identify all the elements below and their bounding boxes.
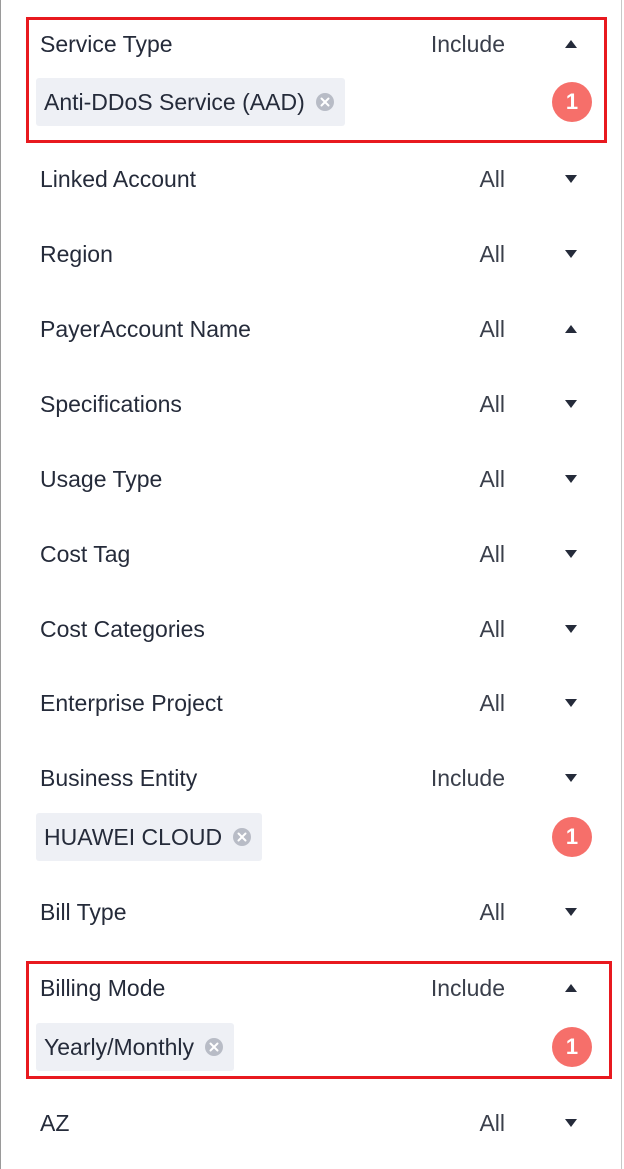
caret-up-icon[interactable] <box>560 314 582 344</box>
filter-value[interactable]: All <box>479 239 505 269</box>
filter-label: Specifications <box>40 391 182 417</box>
filter-label: Billing Mode <box>40 975 166 1001</box>
chip-label: Yearly/Monthly <box>44 1034 195 1060</box>
filter-label: Service Type <box>40 31 173 57</box>
caret-down-icon[interactable] <box>560 614 582 644</box>
filter-value[interactable]: All <box>479 614 505 644</box>
clear-icon[interactable] <box>204 1037 224 1057</box>
count-badge: 1 <box>552 1027 592 1067</box>
filter-value[interactable]: All <box>479 688 505 718</box>
filter-value[interactable]: Include <box>431 973 505 1003</box>
filter-value[interactable]: All <box>479 164 505 194</box>
caret-down-icon[interactable] <box>560 239 582 269</box>
filter-label: PayerAccount Name <box>40 316 251 342</box>
filter-value[interactable]: Include <box>431 763 505 793</box>
filter-value[interactable]: All <box>479 464 505 494</box>
filter-label: Cost Tag <box>40 541 131 567</box>
caret-down-icon[interactable] <box>560 539 582 569</box>
chip-label: HUAWEI CLOUD <box>44 824 223 850</box>
filter-value[interactable]: All <box>479 897 505 927</box>
filter-label: Bill Type <box>40 899 127 925</box>
clear-icon[interactable] <box>232 827 252 847</box>
filter-label: Business Entity <box>40 765 198 791</box>
caret-down-icon[interactable] <box>560 1108 582 1138</box>
filter-label: Region <box>40 241 113 267</box>
caret-down-icon[interactable] <box>560 389 582 419</box>
caret-down-icon[interactable] <box>560 897 582 927</box>
caret-up-icon[interactable] <box>560 973 582 1003</box>
filter-panel: Service Type Include Anti-DDoS Service (… <box>0 0 622 1169</box>
caret-down-icon[interactable] <box>560 464 582 494</box>
filter-label: Cost Categories <box>40 616 205 642</box>
caret-down-icon[interactable] <box>560 688 582 718</box>
filter-value[interactable]: All <box>479 314 505 344</box>
selected-chip: Anti-DDoS Service (AAD) <box>36 78 345 126</box>
filter-value[interactable]: All <box>479 389 505 419</box>
clear-icon[interactable] <box>315 92 335 112</box>
filter-value[interactable]: All <box>479 539 505 569</box>
filter-label: AZ <box>40 1110 70 1136</box>
caret-down-icon[interactable] <box>560 164 582 194</box>
chip-label: Anti-DDoS Service (AAD) <box>44 89 305 115</box>
selected-chip: HUAWEI CLOUD <box>36 813 263 861</box>
caret-up-icon[interactable] <box>560 29 582 59</box>
filter-value[interactable]: Include <box>431 29 505 59</box>
filter-value[interactable]: All <box>479 1108 505 1138</box>
caret-down-icon[interactable] <box>560 763 582 793</box>
filter-label: Usage Type <box>40 466 163 492</box>
count-badge: 1 <box>552 82 592 122</box>
filter-label: Linked Account <box>40 166 197 192</box>
count-badge: 1 <box>552 817 592 857</box>
selected-chip: Yearly/Monthly <box>36 1023 235 1071</box>
filter-label: Enterprise Project <box>40 690 223 716</box>
